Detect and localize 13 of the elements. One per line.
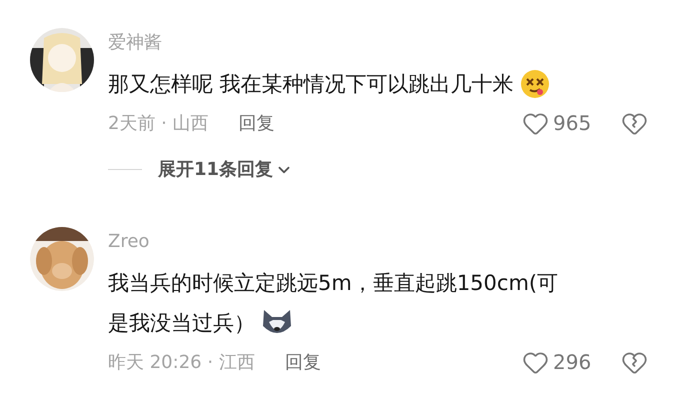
like-count: 296 — [553, 349, 592, 376]
comment-text: 是我没当过兵） — [108, 310, 255, 337]
like-count: 965 — [553, 110, 592, 137]
avatar[interactable] — [30, 28, 94, 92]
comment-text: 我当兵的时候立定跳远5m，垂直起跳150cm(可 — [108, 270, 558, 297]
comment-meta: 2天前 · 山西 — [108, 112, 209, 136]
reply-button[interactable]: 回复 — [284, 348, 321, 376]
expand-replies-button[interactable]: 展开11条回复 — [158, 156, 294, 183]
comment-meta: 昨天 20:26 · 江西 — [108, 350, 255, 374]
avatar[interactable] — [30, 227, 94, 291]
comment-text: 那又怎样呢 我在某种情况下可以跳出几十米 — [108, 71, 514, 98]
reply-button[interactable]: 回复 — [238, 110, 275, 136]
dizzy-face-icon — [520, 69, 550, 99]
